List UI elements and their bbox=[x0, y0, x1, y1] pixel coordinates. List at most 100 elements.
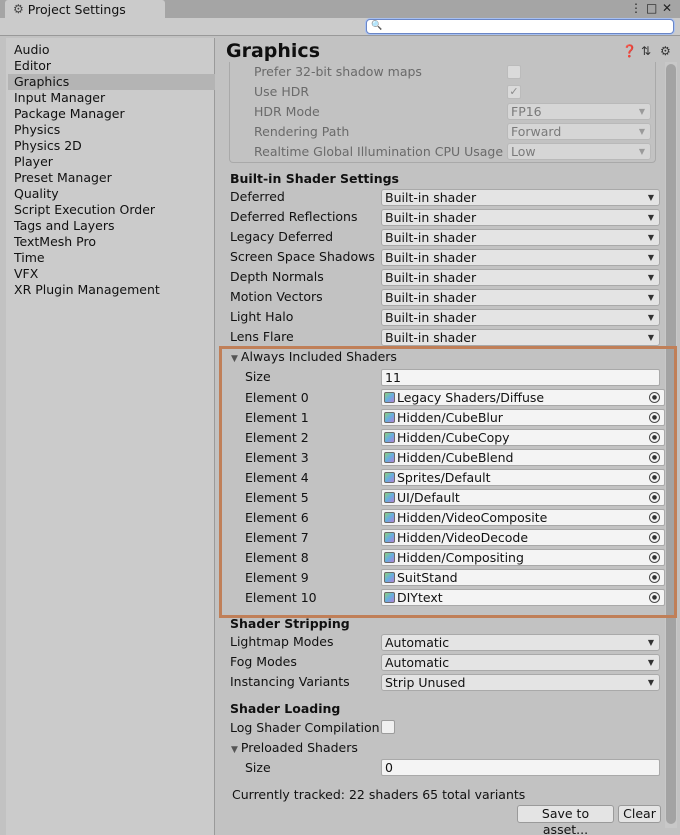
object-picker-icon[interactable]: ● bbox=[649, 492, 660, 503]
sidebar-item-audio[interactable]: Audio bbox=[8, 42, 215, 58]
preloaded-size-field[interactable]: 0 bbox=[381, 759, 660, 776]
chevron-down-icon: ▼ bbox=[647, 293, 654, 302]
preloaded-shaders-foldout[interactable]: ▼ Preloaded Shaders bbox=[231, 738, 358, 758]
save-to-asset-button[interactable]: Save to asset... bbox=[517, 805, 614, 835]
element-7-object-field[interactable]: Hidden/VideoDecode ● bbox=[381, 529, 665, 546]
element-4-object-field[interactable]: Sprites/Default ● bbox=[381, 469, 665, 486]
sidebar-item-time[interactable]: Time bbox=[8, 250, 215, 266]
chevron-down-icon: ▼ bbox=[647, 638, 654, 647]
screen-space-shadows-dropdown[interactable]: Built-in shader ▼ bbox=[381, 249, 660, 266]
sidebar-item-input-manager[interactable]: Input Manager bbox=[8, 90, 215, 106]
close-icon[interactable]: ✕ bbox=[662, 0, 672, 16]
object-picker-icon[interactable]: ● bbox=[649, 532, 660, 543]
element-8-object-field[interactable]: Hidden/Compositing ● bbox=[381, 549, 665, 566]
instancing-variants-dropdown[interactable]: Strip Unused ▼ bbox=[381, 674, 660, 691]
element-2-value: Hidden/CubeCopy bbox=[397, 430, 510, 445]
log-shader-compilation-checkbox[interactable] bbox=[381, 720, 395, 734]
deferred-reflections-label: Deferred Reflections bbox=[230, 209, 358, 224]
sidebar-item-script-execution-order[interactable]: Script Execution Order bbox=[8, 202, 215, 218]
maximize-icon[interactable]: □ bbox=[646, 0, 657, 16]
foldout-triangle-icon: ▼ bbox=[231, 354, 238, 364]
tab-project-settings[interactable]: ⚙ Project Settings bbox=[5, 0, 165, 18]
element-0-object-field[interactable]: Legacy Shaders/Diffuse ● bbox=[381, 389, 665, 406]
log-shader-compilation-label: Log Shader Compilation bbox=[230, 720, 380, 735]
object-picker-icon[interactable]: ● bbox=[649, 432, 660, 443]
object-picker-icon[interactable]: ● bbox=[649, 512, 660, 523]
element-9-object-field[interactable]: SuitStand ● bbox=[381, 569, 665, 586]
element-6-object-field[interactable]: Hidden/VideoComposite ● bbox=[381, 509, 665, 526]
deferred-reflections-dropdown[interactable]: Built-in shader ▼ bbox=[381, 209, 660, 226]
element-2-object-field[interactable]: Hidden/CubeCopy ● bbox=[381, 429, 665, 446]
element-10-object-field[interactable]: DIYtext ● bbox=[381, 589, 665, 606]
object-picker-icon[interactable]: ● bbox=[649, 552, 660, 563]
shader-icon bbox=[384, 592, 395, 603]
shader-icon bbox=[384, 552, 395, 563]
clear-button[interactable]: Clear bbox=[618, 805, 661, 823]
legacy-deferred-value: Built-in shader bbox=[385, 230, 477, 245]
sidebar-item-preset-manager[interactable]: Preset Manager bbox=[8, 170, 215, 186]
shader-loading-title: Shader Loading bbox=[230, 701, 341, 716]
rendering-path-label: Rendering Path bbox=[254, 124, 350, 139]
lens-flare-dropdown[interactable]: Built-in shader ▼ bbox=[381, 329, 660, 346]
depth-normals-dropdown[interactable]: Built-in shader ▼ bbox=[381, 269, 660, 286]
sidebar-item-textmesh-pro[interactable]: TextMesh Pro bbox=[8, 234, 215, 250]
rendering-path-dropdown[interactable]: Forward ▼ bbox=[507, 123, 651, 140]
more-options-icon[interactable]: ⋮ bbox=[630, 0, 642, 16]
element-1-label: Element 1 bbox=[245, 410, 309, 425]
element-5-object-field[interactable]: UI/Default ● bbox=[381, 489, 665, 506]
prefer-32bit-shadow-label: Prefer 32-bit shadow maps bbox=[254, 64, 422, 79]
element-10-value: DIYtext bbox=[397, 590, 443, 605]
motion-vectors-label: Motion Vectors bbox=[230, 289, 323, 304]
settings-icon[interactable]: ⚙ bbox=[660, 44, 671, 58]
fog-modes-dropdown[interactable]: Automatic ▼ bbox=[381, 654, 660, 671]
sidebar-item-quality[interactable]: Quality bbox=[8, 186, 215, 202]
foldout-triangle-icon: ▼ bbox=[231, 745, 238, 755]
element-1-object-field[interactable]: Hidden/CubeBlur ● bbox=[381, 409, 665, 426]
light-halo-label: Light Halo bbox=[230, 309, 294, 324]
object-picker-icon[interactable]: ● bbox=[649, 592, 660, 603]
fog-modes-value: Automatic bbox=[385, 655, 450, 670]
prefer-32bit-shadow-checkbox[interactable] bbox=[507, 65, 521, 79]
object-picker-icon[interactable]: ● bbox=[649, 412, 660, 423]
sidebar-item-player[interactable]: Player bbox=[8, 154, 215, 170]
light-halo-dropdown[interactable]: Built-in shader ▼ bbox=[381, 309, 660, 326]
sidebar-item-package-manager[interactable]: Package Manager bbox=[8, 106, 215, 122]
sidebar-item-graphics[interactable]: Graphics bbox=[8, 74, 215, 90]
object-picker-icon[interactable]: ● bbox=[649, 452, 660, 463]
use-hdr-checkbox[interactable]: ✓ bbox=[507, 85, 521, 99]
sidebar-item-editor[interactable]: Editor bbox=[8, 58, 215, 74]
preset-icon[interactable]: ⇅ bbox=[641, 44, 651, 58]
element-3-object-field[interactable]: Hidden/CubeBlend ● bbox=[381, 449, 665, 466]
sidebar-item-tags-and-layers[interactable]: Tags and Layers bbox=[8, 218, 215, 234]
shader-icon bbox=[384, 532, 395, 543]
search-icon: 🔍 bbox=[371, 21, 383, 31]
help-icon[interactable]: ❓ bbox=[622, 44, 637, 58]
sidebar-item-vfx[interactable]: VFX bbox=[8, 266, 215, 282]
always-included-foldout[interactable]: ▼ Always Included Shaders bbox=[231, 347, 397, 367]
realtime-gi-dropdown[interactable]: Low ▼ bbox=[507, 143, 651, 160]
element-2-label: Element 2 bbox=[245, 430, 309, 445]
lens-flare-value: Built-in shader bbox=[385, 330, 477, 345]
chevron-down-icon: ▼ bbox=[647, 678, 654, 687]
object-picker-icon[interactable]: ● bbox=[649, 392, 660, 403]
fog-modes-label: Fog Modes bbox=[230, 654, 297, 669]
deferred-dropdown[interactable]: Built-in shader ▼ bbox=[381, 189, 660, 206]
hdr-mode-value: FP16 bbox=[511, 104, 542, 119]
always-included-size-field[interactable]: 11 bbox=[381, 369, 660, 386]
legacy-deferred-dropdown[interactable]: Built-in shader ▼ bbox=[381, 229, 660, 246]
motion-vectors-dropdown[interactable]: Built-in shader ▼ bbox=[381, 289, 660, 306]
hdr-mode-dropdown[interactable]: FP16 ▼ bbox=[507, 103, 651, 120]
element-7-value: Hidden/VideoDecode bbox=[397, 530, 529, 545]
sidebar-item-physics-2d[interactable]: Physics 2D bbox=[8, 138, 215, 154]
shader-icon bbox=[384, 432, 395, 443]
lightmap-modes-label: Lightmap Modes bbox=[230, 634, 334, 649]
object-picker-icon[interactable]: ● bbox=[649, 472, 660, 483]
builtin-shader-settings-title: Built-in Shader Settings bbox=[230, 171, 399, 186]
motion-vectors-value: Built-in shader bbox=[385, 290, 477, 305]
sidebar-item-physics[interactable]: Physics bbox=[8, 122, 215, 138]
object-picker-icon[interactable]: ● bbox=[649, 572, 660, 583]
light-halo-value: Built-in shader bbox=[385, 310, 477, 325]
lightmap-modes-dropdown[interactable]: Automatic ▼ bbox=[381, 634, 660, 651]
search-input[interactable]: 🔍 bbox=[366, 19, 674, 34]
sidebar-item-xr-plugin-management[interactable]: XR Plugin Management bbox=[8, 282, 215, 298]
